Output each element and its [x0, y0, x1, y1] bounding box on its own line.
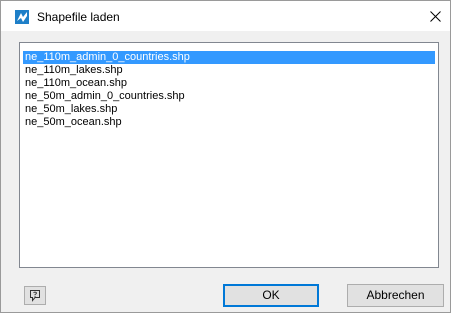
- ok-button[interactable]: OK: [223, 284, 319, 307]
- list-item[interactable]: ne_110m_lakes.shp: [23, 64, 435, 77]
- list-item[interactable]: ne_110m_admin_0_countries.shp: [23, 51, 435, 64]
- window-title: Shapefile laden: [37, 10, 120, 24]
- close-button[interactable]: [421, 1, 450, 31]
- shapefile-list[interactable]: ne_110m_admin_0_countries.shp ne_110m_lak…: [19, 42, 439, 268]
- title-bar[interactable]: Shapefile laden: [1, 1, 450, 31]
- list-item[interactable]: ne_50m_lakes.shp: [23, 103, 435, 116]
- cancel-button[interactable]: Abbrechen: [347, 284, 444, 307]
- help-icon: [30, 290, 40, 302]
- close-icon: [430, 11, 441, 22]
- list-item[interactable]: ne_50m_ocean.shp: [23, 116, 435, 129]
- shapefile-dialog: Shapefile laden ne_110m_admin_0_countrie…: [0, 0, 451, 313]
- list-item[interactable]: ne_110m_ocean.shp: [23, 77, 435, 90]
- list-item[interactable]: ne_50m_admin_0_countries.shp: [23, 90, 435, 103]
- map-layer-icon: [15, 10, 29, 24]
- help-button[interactable]: [24, 286, 46, 305]
